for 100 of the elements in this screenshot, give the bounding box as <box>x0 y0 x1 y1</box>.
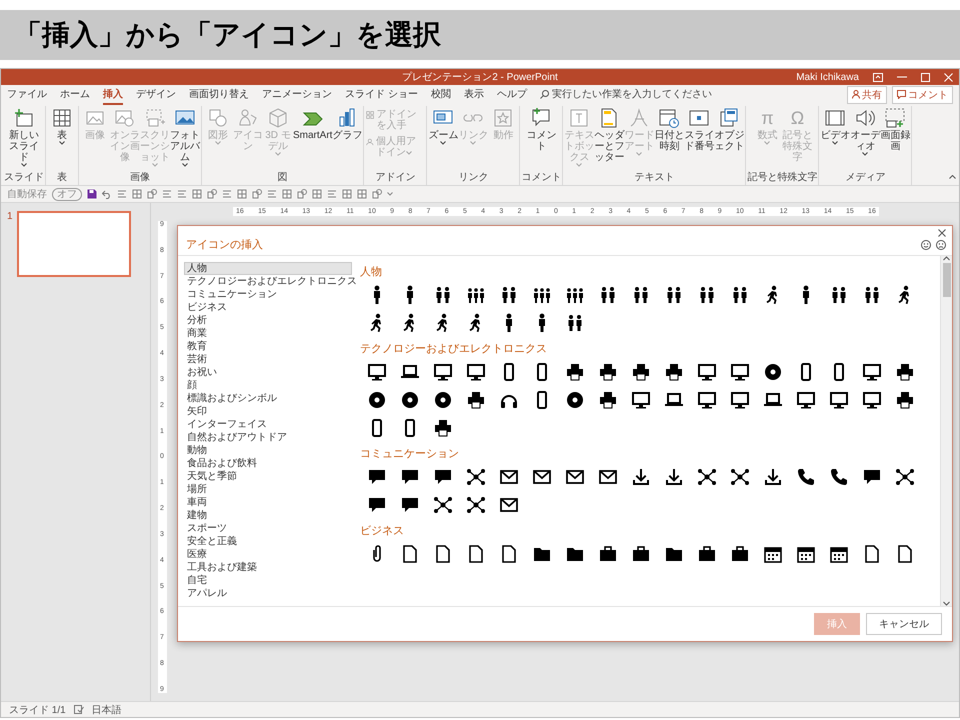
undo-icon[interactable] <box>102 189 112 199</box>
chevron-up-icon[interactable] <box>949 175 956 179</box>
printer-icon[interactable] <box>564 362 584 382</box>
category-item[interactable]: 分析 <box>184 314 210 327</box>
monitor-icon[interactable] <box>862 362 882 382</box>
ribbon-button[interactable]: ヘッダーとフッター <box>594 106 624 164</box>
calendar-icon[interactable] <box>762 544 782 564</box>
shapes-icon[interactable] <box>147 189 157 199</box>
category-item[interactable]: 人物 <box>184 262 352 275</box>
category-item[interactable]: インターフェイス <box>184 418 270 431</box>
envelope-icon[interactable] <box>532 467 552 487</box>
category-item[interactable]: 自然およびアウトドア <box>184 431 290 444</box>
printer-icon[interactable] <box>664 362 684 382</box>
ribbon-tab[interactable]: 校閲 <box>430 84 451 104</box>
network-icon[interactable] <box>894 467 914 487</box>
ribbon-tab[interactable]: スライド ショー <box>345 84 418 104</box>
calendar-icon[interactable] <box>796 544 816 564</box>
ribbon-button[interactable]: オーディオ <box>850 106 880 157</box>
grid-icon[interactable] <box>357 189 367 199</box>
download-icon[interactable] <box>630 467 650 487</box>
shapes-icon[interactable] <box>252 189 262 199</box>
grid-icon[interactable] <box>237 189 247 199</box>
ribbon-tab[interactable]: ヘルプ <box>496 84 527 104</box>
monitor-icon[interactable] <box>796 390 816 410</box>
close-icon[interactable] <box>938 229 946 237</box>
envelope-icon[interactable] <box>498 467 518 487</box>
envelope-icon[interactable] <box>498 495 518 515</box>
speech-bubble-icon[interactable] <box>366 495 386 515</box>
ribbon-display-icon[interactable] <box>873 72 883 82</box>
ribbon-button[interactable]: 新しいスライド <box>9 106 39 168</box>
category-item[interactable]: 医療 <box>184 548 210 561</box>
category-item[interactable]: 食品および飲料 <box>184 457 260 470</box>
category-item[interactable]: コミュニケーション <box>184 288 280 301</box>
disc-icon[interactable] <box>366 390 386 410</box>
category-item[interactable]: お祝い <box>184 366 220 379</box>
user-name[interactable]: Maki Ichikawa <box>796 72 859 82</box>
grid-icon[interactable] <box>342 189 352 199</box>
scrollbar-thumb[interactable] <box>942 263 950 297</box>
monitor-icon[interactable] <box>730 390 750 410</box>
align-icon[interactable] <box>177 189 187 199</box>
category-item[interactable]: 場所 <box>184 483 210 496</box>
chevron-up-icon[interactable] <box>943 256 950 261</box>
chevron-down-icon[interactable] <box>943 601 950 606</box>
maximize-icon[interactable] <box>921 72 930 82</box>
align-icon[interactable] <box>117 189 127 199</box>
printer-icon[interactable] <box>630 362 650 382</box>
ribbon-tab[interactable]: ホーム <box>60 84 90 104</box>
category-item[interactable]: ビジネス <box>184 301 230 314</box>
monitor-icon[interactable] <box>466 362 486 382</box>
speech-bubble-icon[interactable] <box>400 495 420 515</box>
shapes-icon[interactable] <box>297 189 307 199</box>
monitor-icon[interactable] <box>730 362 750 382</box>
category-item[interactable]: 標識およびシンボル <box>184 392 280 405</box>
ribbon-button[interactable]: 表 <box>47 106 77 146</box>
category-item[interactable]: スポーツ <box>184 522 230 535</box>
crowd-icon[interactable] <box>466 285 486 305</box>
category-item[interactable]: 天気と季節 <box>184 470 240 483</box>
briefcase-icon[interactable] <box>696 544 716 564</box>
disc-icon[interactable] <box>432 390 452 410</box>
download-icon[interactable] <box>664 467 684 487</box>
network-icon[interactable] <box>696 467 716 487</box>
ribbon-button[interactable]: グラフ <box>332 106 362 142</box>
network-icon[interactable] <box>466 467 486 487</box>
ribbon-button[interactable]: 日付と時刻 <box>654 106 684 153</box>
align-icon[interactable] <box>267 189 277 199</box>
printer-icon[interactable] <box>598 362 618 382</box>
printer-icon[interactable] <box>466 390 486 410</box>
ribbon-button[interactable]: ビデオ <box>820 106 850 146</box>
printer-icon[interactable] <box>432 418 452 438</box>
category-item[interactable]: テクノロジーおよびエレクトロニクス <box>184 275 360 288</box>
smile-icon[interactable] <box>921 240 931 250</box>
category-item[interactable]: 教育 <box>184 340 210 353</box>
category-item[interactable]: 動物 <box>184 444 210 457</box>
speech-bubble-icon[interactable] <box>432 467 452 487</box>
minimize-icon[interactable] <box>897 76 907 78</box>
frown-icon[interactable] <box>936 240 946 250</box>
caret-icon[interactable] <box>387 192 393 196</box>
briefcase-icon[interactable] <box>730 544 750 564</box>
category-item[interactable]: 芸術 <box>184 353 210 366</box>
monitor-icon[interactable] <box>828 390 848 410</box>
category-item[interactable]: 顔 <box>184 379 200 392</box>
category-item[interactable]: 建物 <box>184 509 210 522</box>
briefcase-icon[interactable] <box>598 544 618 564</box>
monitor-icon[interactable] <box>630 390 650 410</box>
crowd-icon[interactable] <box>532 285 552 305</box>
briefcase-icon[interactable] <box>630 544 650 564</box>
monitor-icon[interactable] <box>696 362 716 382</box>
printer-icon[interactable] <box>598 390 618 410</box>
grid-icon[interactable] <box>192 189 202 199</box>
ribbon-tab[interactable]: ファイル <box>7 84 47 104</box>
category-item[interactable]: 矢印 <box>184 405 210 418</box>
cancel-button[interactable]: キャンセル <box>866 613 942 635</box>
monitor-icon[interactable] <box>696 390 716 410</box>
scrollbar[interactable] <box>940 256 952 606</box>
language-indicator[interactable]: 日本語 <box>92 702 122 716</box>
disc-icon[interactable] <box>400 390 420 410</box>
share-button[interactable]: 共有 <box>847 86 887 104</box>
monitor-icon[interactable] <box>432 362 452 382</box>
crowd-icon[interactable] <box>564 285 584 305</box>
ribbon-button[interactable]: ズーム <box>428 106 458 146</box>
